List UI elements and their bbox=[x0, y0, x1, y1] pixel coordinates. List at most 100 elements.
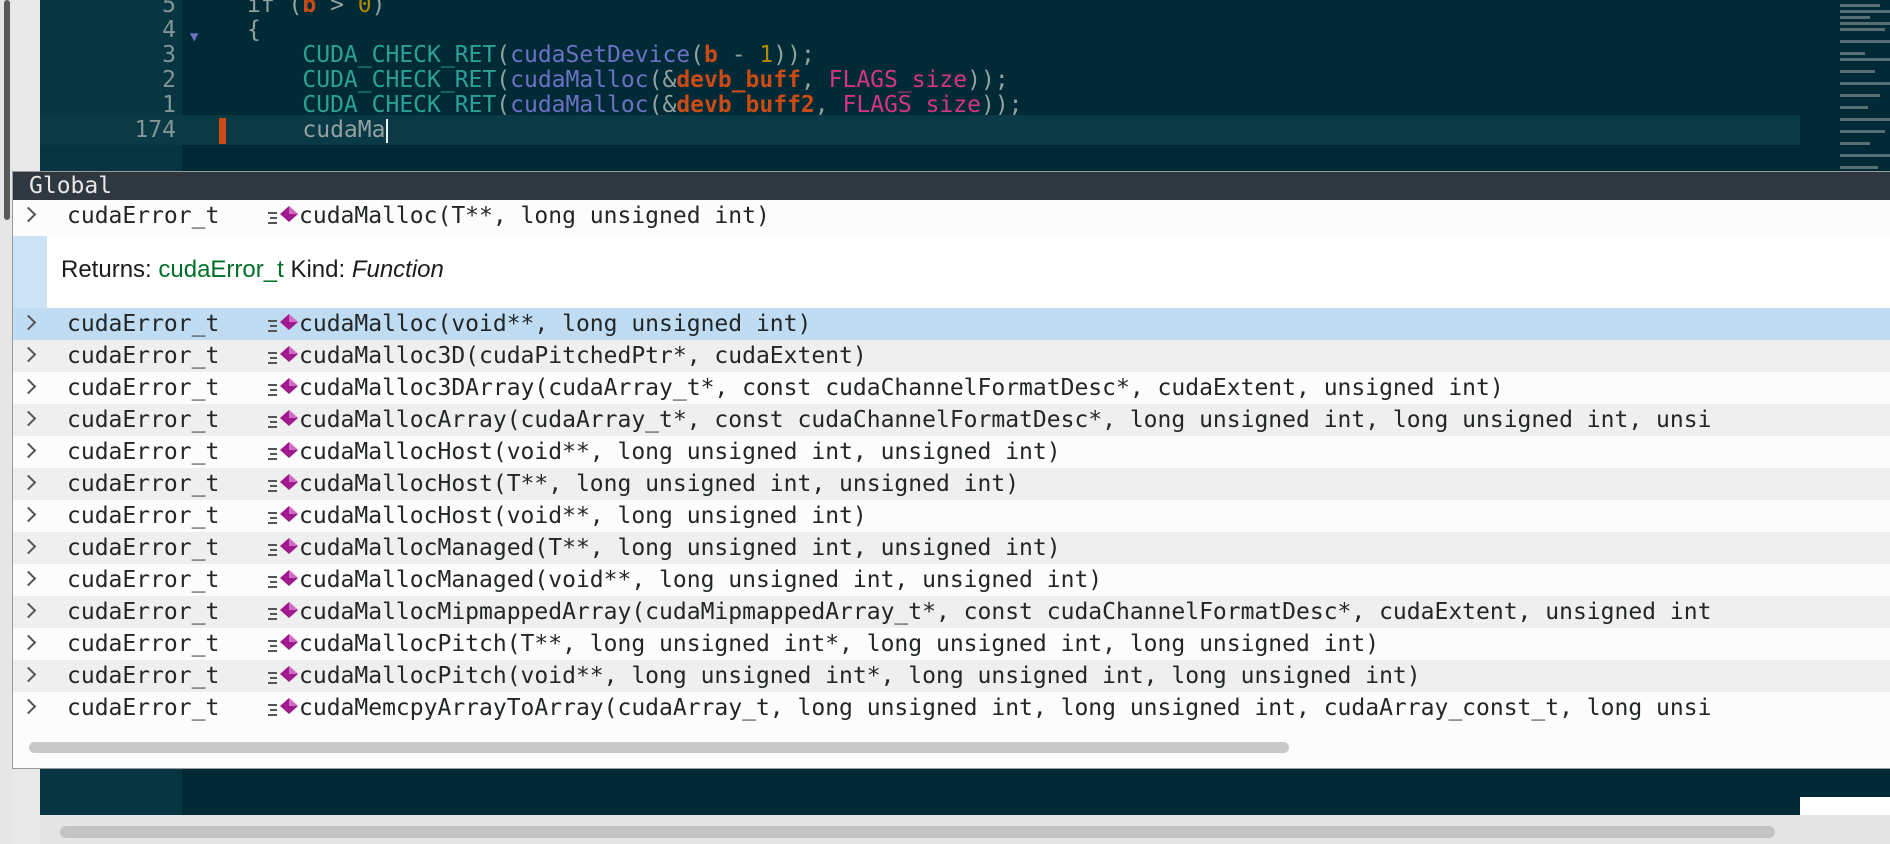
completion-return-type: cudaError_t bbox=[67, 375, 220, 401]
completion-return-type: cudaError_t bbox=[67, 503, 220, 529]
line-number: 174 bbox=[134, 117, 176, 143]
minimap-line bbox=[1840, 154, 1890, 157]
minimap-line bbox=[1840, 106, 1868, 109]
expand-chevron-icon[interactable] bbox=[20, 698, 37, 715]
completion-signature: cudaMalloc(void**, long unsigned int) bbox=[299, 311, 812, 337]
minimap-line bbox=[1840, 82, 1890, 85]
completion-item[interactable]: cudaError_t cudaMallocPitch(T**, long uns… bbox=[13, 628, 1890, 660]
completion-signature: cudaMalloc3DArray(cudaArray_t*, const cu… bbox=[299, 375, 1504, 401]
function-icon bbox=[268, 570, 298, 588]
completion-signature: cudaMalloc3D(cudaPitchedPtr*, cudaExtent… bbox=[299, 343, 867, 369]
minimap-line bbox=[1840, 52, 1865, 55]
text-caret bbox=[386, 118, 389, 143]
minimap-line bbox=[1840, 58, 1890, 61]
completion-signature: cudaMallocArray(cudaArray_t*, const cuda… bbox=[299, 407, 1712, 433]
code-token: cudaMa bbox=[302, 117, 386, 143]
completion-signature: cudaMallocManaged(T**, long unsigned int… bbox=[299, 535, 1061, 561]
minimap-line bbox=[1840, 10, 1890, 13]
completion-signature: cudaMalloc(T**, long unsigned int) bbox=[299, 203, 770, 229]
completion-signature: cudaMallocPitch(void**, long unsigned in… bbox=[299, 663, 1421, 689]
minimap-line bbox=[1840, 70, 1875, 73]
completion-popup: Global cudaError_t cudaMalloc(T**, long … bbox=[12, 171, 1890, 769]
function-icon bbox=[268, 346, 298, 364]
left-panel-handle[interactable] bbox=[4, 0, 10, 220]
completion-item[interactable]: cudaError_t cudaMallocMipmappedArray(cuda… bbox=[13, 596, 1890, 628]
expand-chevron-icon[interactable] bbox=[20, 206, 37, 223]
doc-returns-type: cudaError_t bbox=[158, 256, 284, 283]
completion-return-type: cudaError_t bbox=[67, 631, 220, 657]
minimap-line bbox=[1840, 40, 1890, 43]
minimap-line bbox=[1840, 130, 1885, 133]
completion-signature: cudaMallocHost(T**, long unsigned int, u… bbox=[299, 471, 1020, 497]
expand-chevron-icon[interactable] bbox=[20, 314, 37, 331]
completion-return-type: cudaError_t bbox=[67, 535, 220, 561]
completion-item[interactable]: cudaError_t cudaMalloc(T**, long unsigne… bbox=[13, 200, 1890, 232]
function-icon bbox=[268, 410, 298, 428]
completion-return-type: cudaError_t bbox=[67, 663, 220, 689]
minimap-line bbox=[1840, 142, 1870, 145]
expand-chevron-icon[interactable] bbox=[20, 602, 37, 619]
minimap-line bbox=[1840, 16, 1870, 19]
completion-return-type: cudaError_t bbox=[67, 695, 220, 721]
expand-chevron-icon[interactable] bbox=[20, 570, 37, 587]
expand-chevron-icon[interactable] bbox=[20, 442, 37, 459]
minimap-line bbox=[1840, 166, 1878, 169]
completion-item[interactable]: cudaError_t cudaMalloc3DArray(cudaArray_t… bbox=[13, 372, 1890, 404]
completion-signature: cudaMallocMipmappedArray(cudaMipmappedAr… bbox=[299, 599, 1712, 625]
completion-return-type: cudaError_t bbox=[67, 471, 220, 497]
expand-chevron-icon[interactable] bbox=[20, 410, 37, 427]
completion-item[interactable]: cudaError_t cudaMallocHost(void**, long u… bbox=[13, 436, 1890, 468]
completion-return-type: cudaError_t bbox=[67, 311, 220, 337]
completion-signature: cudaMallocManaged(void**, long unsigned … bbox=[299, 567, 1103, 593]
completion-item[interactable]: cudaError_t cudaMallocPitch(void**, long … bbox=[13, 660, 1890, 692]
completion-item-selected[interactable]: cudaError_t cudaMalloc(void**, long unsig… bbox=[13, 308, 1890, 340]
expand-chevron-icon[interactable] bbox=[20, 506, 37, 523]
function-icon bbox=[268, 602, 298, 620]
completion-return-type: cudaError_t bbox=[67, 203, 220, 229]
doc-kind-value: Function bbox=[351, 256, 444, 283]
code-text: cudaMa bbox=[247, 115, 389, 145]
expand-chevron-icon[interactable] bbox=[20, 666, 37, 683]
minimap-line bbox=[1840, 94, 1880, 97]
function-icon bbox=[268, 634, 298, 652]
completion-item[interactable]: cudaError_t cudaMemcpyArrayToArray(cudaAr… bbox=[13, 692, 1890, 724]
completion-signature: cudaMallocPitch(T**, long unsigned int*,… bbox=[299, 631, 1380, 657]
completion-return-type: cudaError_t bbox=[67, 343, 220, 369]
expand-chevron-icon[interactable] bbox=[20, 378, 37, 395]
completion-signature: cudaMallocHost(void**, long unsigned int… bbox=[299, 503, 867, 529]
code-line-current[interactable]: 174 cudaMa bbox=[40, 115, 1800, 145]
completion-item[interactable]: cudaError_t cudaMallocArray(cudaArray_t*,… bbox=[13, 404, 1890, 436]
completion-item[interactable]: cudaError_t cudaMallocManaged(void**, lon… bbox=[13, 564, 1890, 596]
minimap[interactable] bbox=[1840, 0, 1890, 180]
completion-return-type: cudaError_t bbox=[67, 439, 220, 465]
modified-line-marker bbox=[219, 118, 226, 144]
function-icon bbox=[268, 698, 298, 716]
completion-item[interactable]: cudaError_t cudaMalloc3D(cudaPitchedPtr*,… bbox=[13, 340, 1890, 372]
expand-chevron-icon[interactable] bbox=[20, 538, 37, 555]
completion-horizontal-scrollbar[interactable] bbox=[29, 742, 1289, 753]
function-icon bbox=[268, 378, 298, 396]
function-icon bbox=[268, 206, 298, 224]
function-icon bbox=[268, 666, 298, 684]
function-icon bbox=[268, 506, 298, 524]
minimap-line bbox=[1840, 22, 1890, 25]
minimap-line bbox=[1840, 4, 1880, 7]
completion-item[interactable]: cudaError_t cudaMallocHost(void**, long u… bbox=[13, 500, 1890, 532]
completion-signature: cudaMallocHost(void**, long unsigned int… bbox=[299, 439, 1061, 465]
completion-return-type: cudaError_t bbox=[67, 407, 220, 433]
expand-chevron-icon[interactable] bbox=[20, 346, 37, 363]
editor-corner bbox=[1800, 797, 1890, 815]
function-icon bbox=[268, 474, 298, 492]
function-icon bbox=[268, 442, 298, 460]
expand-chevron-icon[interactable] bbox=[20, 474, 37, 491]
doc-kind-label: Kind: bbox=[290, 256, 346, 283]
completion-signature: cudaMemcpyArrayToArray(cudaArray_t, long… bbox=[299, 695, 1712, 721]
editor-horizontal-scrollbar[interactable] bbox=[60, 826, 1775, 838]
minimap-line bbox=[1840, 118, 1890, 121]
function-icon bbox=[268, 538, 298, 556]
completion-item[interactable]: cudaError_t cudaMallocHost(T**, long unsi… bbox=[13, 468, 1890, 500]
completion-item[interactable]: cudaError_t cudaMallocManaged(T**, long u… bbox=[13, 532, 1890, 564]
expand-chevron-icon[interactable] bbox=[20, 634, 37, 651]
completion-return-type: cudaError_t bbox=[67, 599, 220, 625]
